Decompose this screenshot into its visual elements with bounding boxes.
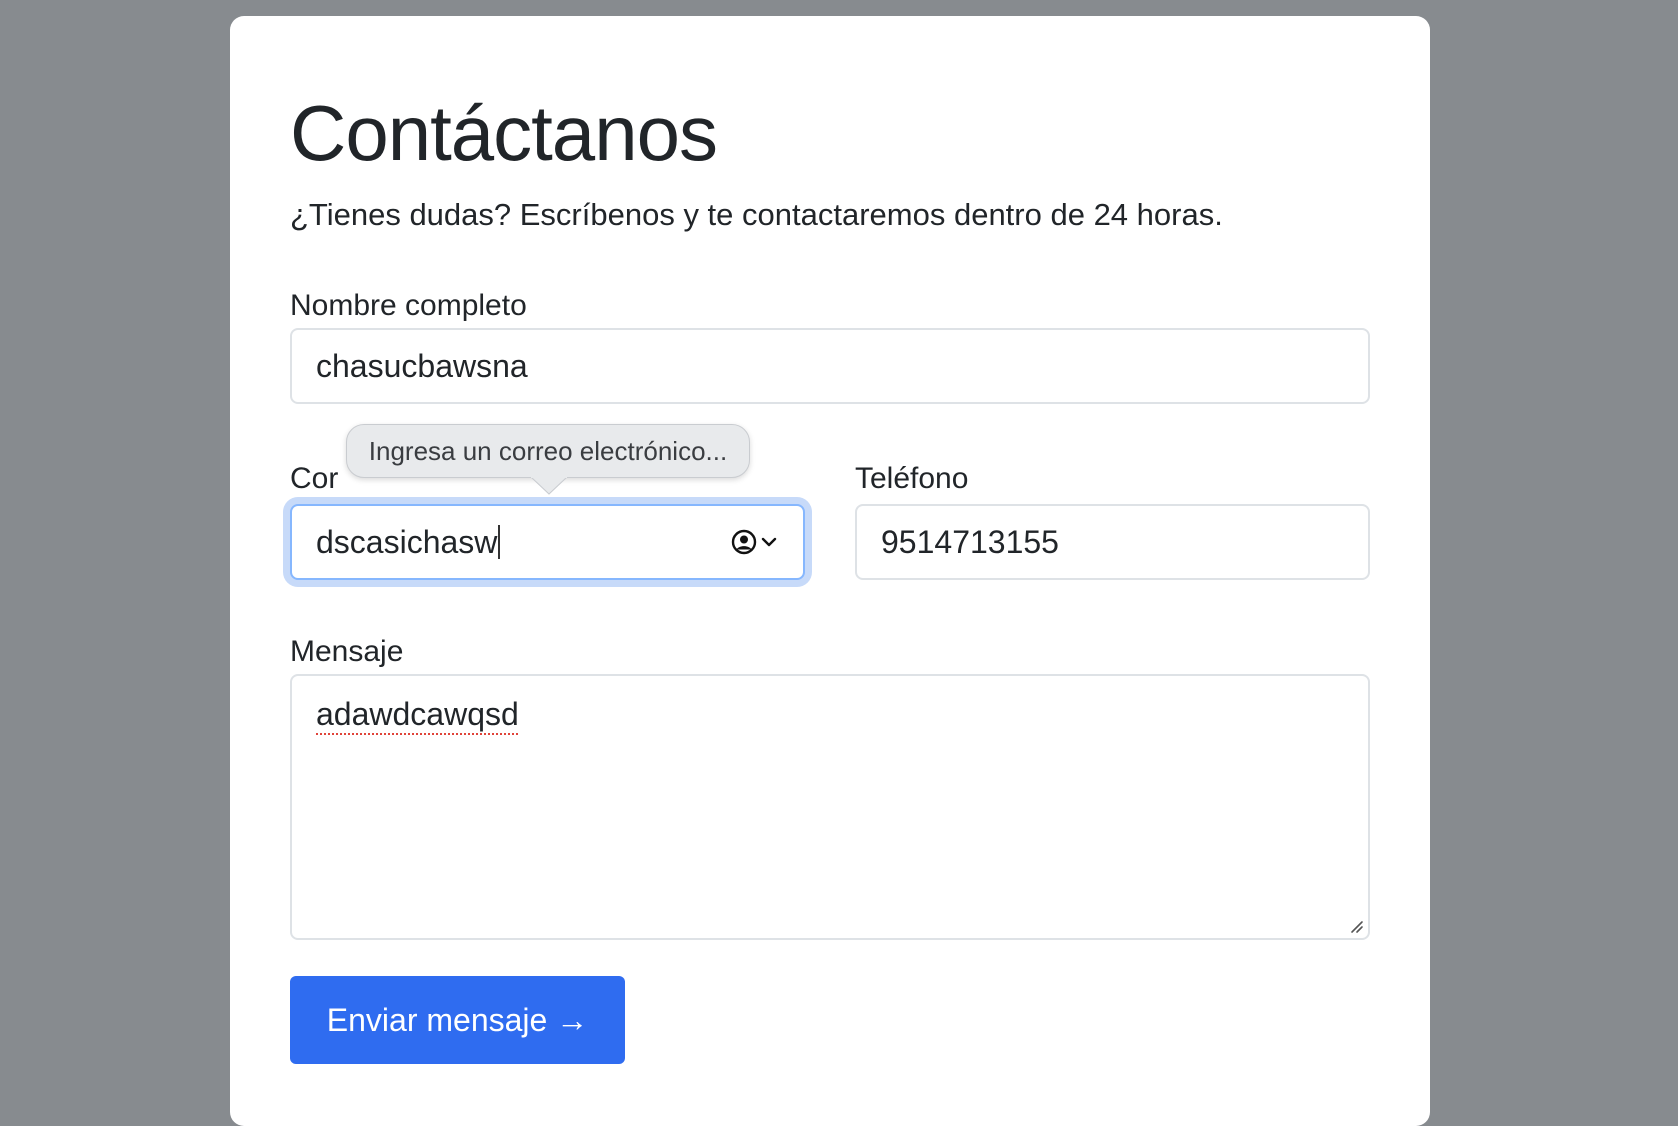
name-label: Nombre completo [290,289,527,322]
resize-handle-icon[interactable] [1348,918,1364,934]
contact-autofill-icon [731,529,757,555]
submit-button[interactable]: Enviar mensaje → [290,976,625,1064]
page-title: Contáctanos [290,89,718,177]
validation-tooltip: Ingresa un correo electrónico... [346,424,750,478]
phone-input-value: 9514713155 [881,523,1059,560]
message-textarea[interactable]: adawdcawqsd [290,674,1370,940]
phone-input[interactable]: 9514713155 [855,504,1370,580]
email-input-value: dscasichasw [316,523,498,560]
name-input[interactable]: chasucbawsna [290,328,1370,404]
contact-card: Contáctanos ¿Tienes dudas? Escríbenos y … [230,16,1430,1126]
email-input[interactable]: dscasichasw [290,504,805,580]
message-textarea-value: adawdcawqsd [316,696,519,732]
page-subtitle: ¿Tienes dudas? Escríbenos y te contactar… [290,197,1223,232]
tooltip-pointer [531,476,567,495]
message-label: Mensaje [290,635,404,668]
autofill-button[interactable] [731,529,777,555]
text-caret [498,525,501,559]
phone-label: Teléfono [855,462,969,495]
name-input-value: chasucbawsna [316,347,528,384]
chevron-down-icon [761,537,777,547]
email-label: Cor [290,462,339,495]
